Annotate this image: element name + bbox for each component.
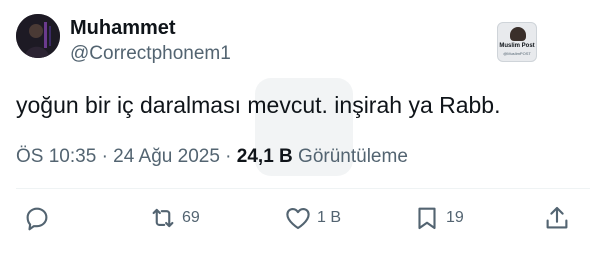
reply-icon xyxy=(26,207,48,231)
author-header: Muhammet @Correctphonem1 xyxy=(70,16,231,66)
badge-avatar-icon xyxy=(510,27,526,41)
author-avatar[interactable] xyxy=(16,14,60,58)
tweet-date[interactable]: 24 Ağu 2025 xyxy=(113,146,220,167)
affiliate-badge[interactable]: Muslim Post @MuslimPOST xyxy=(497,22,537,62)
like-count: 1 B xyxy=(317,209,342,226)
like-button[interactable]: 1 B xyxy=(283,202,341,234)
tweet-card: Muhammet @Correctphonem1 Muslim Post @Mu… xyxy=(0,0,606,257)
retweet-count: 69 xyxy=(182,209,200,226)
view-count-label: Görüntüleme xyxy=(298,146,408,167)
share-button[interactable] xyxy=(542,202,572,234)
heart-icon xyxy=(286,207,310,230)
tweet-meta: ÖS 10:35 · 24 Ağu 2025 · 24,1 B Görüntül… xyxy=(16,145,408,169)
meta-separator: · xyxy=(101,146,108,167)
badge-title: Muslim Post xyxy=(499,43,535,49)
share-icon xyxy=(546,206,568,229)
user-avatar-icon xyxy=(16,14,60,58)
tweet-text: yoğun bir iç daralması mevcut. inşirah y… xyxy=(16,92,501,118)
reply-button[interactable] xyxy=(22,202,52,234)
badge-subtitle: @MuslimPOST xyxy=(503,51,531,56)
author-handle[interactable]: @Correctphonem1 xyxy=(70,42,231,66)
author-display-name[interactable]: Muhammet xyxy=(70,16,231,40)
bookmark-icon xyxy=(418,207,436,230)
retweet-icon xyxy=(152,208,174,228)
bookmark-button[interactable]: 19 xyxy=(412,202,464,234)
view-count: 24,1 B xyxy=(236,146,293,167)
meta-separator: · xyxy=(225,146,232,167)
tweet-time[interactable]: ÖS 10:35 xyxy=(16,146,96,167)
divider xyxy=(16,188,590,189)
retweet-button[interactable]: 69 xyxy=(148,202,200,234)
bookmark-count: 19 xyxy=(446,209,464,226)
